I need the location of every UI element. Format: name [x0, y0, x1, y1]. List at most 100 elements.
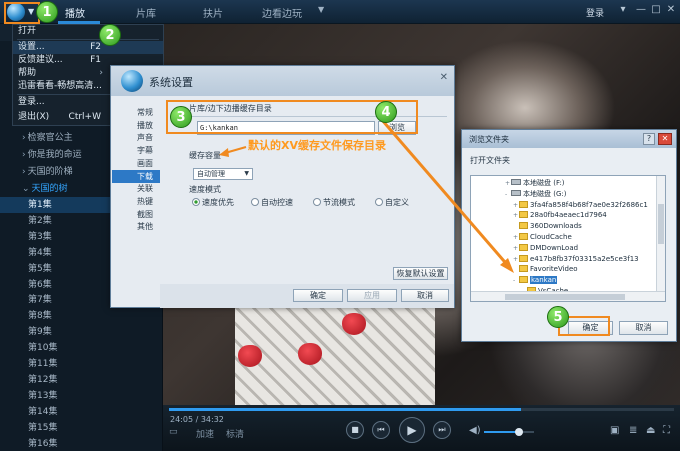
- subtitle-icon[interactable]: ▭: [169, 427, 178, 437]
- scrollbar-thumb[interactable]: [505, 294, 625, 300]
- settings-nav-item[interactable]: 热键: [112, 195, 160, 208]
- settings-nav-item[interactable]: 其他: [112, 220, 160, 233]
- skin-icon[interactable]: ▾: [616, 3, 630, 17]
- menu-label: 登录...: [18, 97, 45, 107]
- folder-tree[interactable]: + 本地磁盘 (F:) - 本地磁盘 (G:) +3fa4fa858f4b68f7ae0…: [470, 175, 666, 302]
- episode-item[interactable]: 第9集: [0, 324, 163, 340]
- previous-button[interactable]: ⏮: [372, 421, 390, 439]
- apply-button[interactable]: 应用: [347, 289, 397, 302]
- menu-item-open[interactable]: 打开: [13, 25, 163, 38]
- episode-item[interactable]: 第12集: [0, 372, 163, 388]
- step-4-marker: 4: [375, 101, 397, 123]
- tree-item-label: FavoriteVideo: [530, 265, 578, 274]
- close-icon[interactable]: ✕: [658, 133, 672, 145]
- radio-custom[interactable]: 自定义: [375, 197, 409, 208]
- player-controls: 24:05 / 34:32 ▭ 加速 标清 ■ ⏮ ▶ ⏭ ◀) ▣ ≣ ⏏ ⛶: [163, 405, 680, 451]
- tree-folder-item[interactable]: 360Downloads: [513, 221, 582, 232]
- volume-slider[interactable]: [484, 428, 534, 436]
- tree-item-label: CloudCache: [530, 233, 572, 241]
- settings-nav-item[interactable]: 关联: [112, 182, 160, 195]
- tree-item-label: DMDownLoad: [530, 243, 579, 252]
- cache-size-select[interactable]: 自动管理 ▼: [193, 168, 253, 180]
- stop-button[interactable]: ■: [346, 421, 364, 439]
- fullscreen-icon[interactable]: ⛶: [663, 425, 670, 436]
- playlist-folder[interactable]: › 你是我的命运: [22, 147, 82, 160]
- dialog-titlebar[interactable]: 系统设置 ✕: [111, 66, 454, 96]
- menu-label: 帮助: [18, 68, 37, 78]
- vertical-scrollbar[interactable]: [656, 176, 665, 291]
- seek-bar-fill: [169, 408, 521, 411]
- radio-auto-speed[interactable]: 自动控速: [251, 197, 293, 208]
- tree-item-label: 本地磁盘 (G:): [523, 189, 567, 198]
- ok-button[interactable]: 确定: [293, 289, 343, 302]
- select-value: 自动管理: [197, 170, 225, 178]
- tree-folder-item[interactable]: + e417b8fb37f03315a2e5ce3f13: [513, 254, 639, 265]
- tree-folder-item[interactable]: +28a0fb4aeaec1d7964: [513, 210, 607, 221]
- playlist-folder[interactable]: › 天国的阶梯: [22, 164, 73, 177]
- dialog-titlebar[interactable]: 浏览文件夹 ? ✕: [462, 130, 676, 148]
- annotation-box: [4, 2, 40, 24]
- settings-nav-item[interactable]: 截图: [112, 208, 160, 221]
- settings-nav-item[interactable]: 字幕: [112, 144, 160, 157]
- playlist-icon[interactable]: ≣: [629, 425, 637, 436]
- episode-item[interactable]: 第8集: [0, 308, 163, 324]
- folder-label: 天国的阶梯: [27, 167, 73, 177]
- episode-item[interactable]: 第11集: [0, 356, 163, 372]
- tree-folder-item[interactable]: + CloudCache: [513, 232, 572, 243]
- next-button[interactable]: ⏭: [433, 421, 451, 439]
- tab-featured[interactable]: 扶片: [203, 5, 223, 20]
- tree-item-label: kankan: [530, 276, 558, 285]
- tab-library[interactable]: 片库: [136, 5, 156, 20]
- tab-watch-and-play[interactable]: 边看边玩: [262, 5, 302, 20]
- eject-icon[interactable]: ⏏: [646, 425, 655, 436]
- settings-nav-item[interactable]: 播放: [112, 119, 160, 132]
- menu-label: 设置...: [18, 42, 45, 52]
- episode-item[interactable]: 第15集: [0, 420, 163, 436]
- quality-button[interactable]: 标清: [226, 427, 244, 440]
- drive-icon: [511, 189, 521, 196]
- folder-icon: [519, 243, 528, 251]
- cancel-button[interactable]: 取消: [401, 289, 449, 302]
- tree-drive-item[interactable]: - 本地磁盘 (G:): [505, 189, 566, 200]
- settings-nav-item[interactable]: 画面: [112, 157, 160, 170]
- playlist-folder-open[interactable]: ⌄ 天国的树: [22, 181, 68, 194]
- speed-button[interactable]: 加速: [196, 427, 214, 440]
- play-button[interactable]: ▶: [399, 417, 425, 443]
- video-content: [298, 343, 322, 365]
- tree-folder-item[interactable]: + DMDownLoad: [513, 243, 578, 254]
- time-display: 24:05 / 34:32: [170, 415, 224, 424]
- settings-nav-item[interactable]: 常规: [112, 106, 160, 119]
- tree-folder-item[interactable]: FavoriteVideo: [513, 264, 578, 275]
- scrollbar-thumb[interactable]: [658, 204, 664, 244]
- close-icon[interactable]: ✕: [440, 72, 448, 83]
- toolbox-icon[interactable]: ▣: [610, 425, 619, 436]
- settings-nav-item[interactable]: 声音: [112, 131, 160, 144]
- tree-drive-item[interactable]: + 本地磁盘 (F:): [505, 178, 565, 189]
- tree-folder-item[interactable]: - kankan: [513, 275, 558, 286]
- login-link[interactable]: 登录: [586, 6, 604, 19]
- horizontal-scrollbar[interactable]: [471, 291, 665, 301]
- episode-item[interactable]: 第14集: [0, 404, 163, 420]
- minimize-icon[interactable]: —: [634, 3, 648, 17]
- playlist-folder[interactable]: › 检察官公主: [22, 130, 73, 143]
- folder-icon: [519, 233, 528, 240]
- radio-label: 速度优先: [202, 198, 234, 207]
- episode-item[interactable]: 第16集: [0, 436, 163, 451]
- seek-bar[interactable]: [169, 408, 674, 411]
- volume-knob[interactable]: [515, 428, 523, 436]
- cancel-button[interactable]: 取消: [619, 321, 668, 335]
- close-icon[interactable]: ✕: [664, 3, 678, 17]
- menu-item-settings[interactable]: 设置... F2: [13, 41, 163, 54]
- episode-item[interactable]: 第13集: [0, 388, 163, 404]
- episode-item[interactable]: 第10集: [0, 340, 163, 356]
- volume-icon[interactable]: ◀): [469, 425, 481, 436]
- maximize-icon[interactable]: □: [649, 3, 663, 17]
- radio-speed-first[interactable]: 速度优先: [192, 197, 234, 208]
- tab-play[interactable]: 播放: [65, 5, 85, 20]
- tree-folder-item[interactable]: +3fa4fa858f4b68f7ae0e32f2686c1: [513, 200, 648, 211]
- settings-nav-item[interactable]: 下载: [112, 169, 160, 183]
- restore-default-button[interactable]: 恢复默认设置: [393, 267, 448, 280]
- chevron-down-icon[interactable]: ▼: [318, 5, 324, 14]
- help-icon[interactable]: ?: [643, 133, 655, 145]
- radio-throttle[interactable]: 节流模式: [313, 197, 355, 208]
